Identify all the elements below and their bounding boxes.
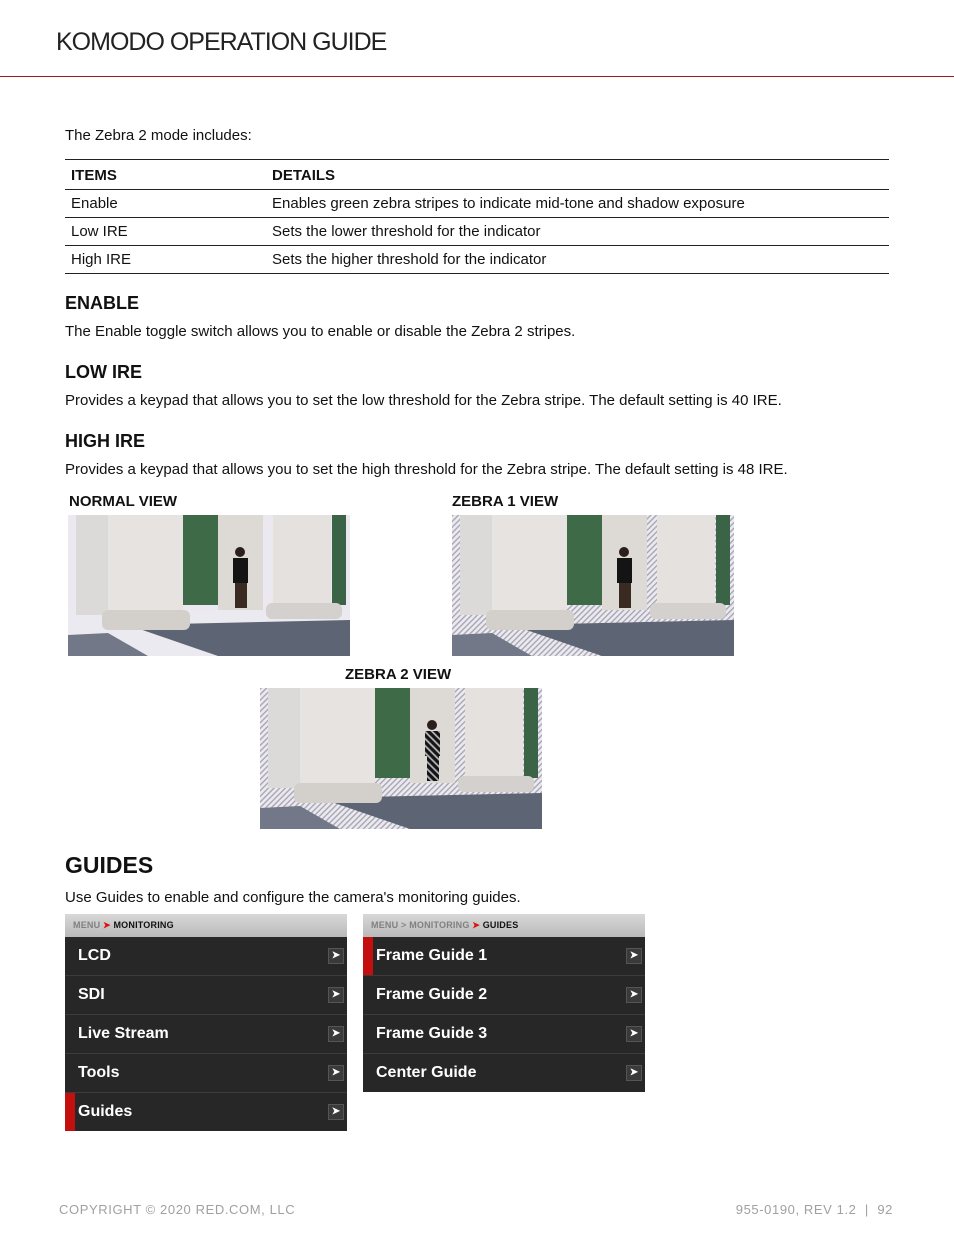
zebra2-view-label: ZEBRA 2 VIEW bbox=[345, 666, 452, 683]
breadcrumb-current: MONITORING bbox=[113, 920, 174, 930]
section-body-guides: Use Guides to enable and configure the c… bbox=[65, 889, 521, 906]
zebra2-items-table: ITEMS DETAILS Enable Enables green zebra… bbox=[65, 159, 889, 274]
menu-item-frame-guide-1[interactable]: Frame Guide 1 ➤ bbox=[363, 937, 645, 975]
zebra1-view-label: ZEBRA 1 VIEW bbox=[452, 493, 559, 510]
menu-item-label: LCD bbox=[78, 947, 111, 964]
table-header-row: ITEMS DETAILS bbox=[65, 159, 889, 190]
zebra2-view-image bbox=[260, 688, 542, 829]
footer-copyright: COPYRIGHT © 2020 RED.COM, LLC bbox=[59, 1202, 296, 1217]
menu-item-frame-guide-3[interactable]: Frame Guide 3 ➤ bbox=[363, 1014, 645, 1053]
breadcrumb-root[interactable]: MENU bbox=[73, 920, 100, 930]
menu-item-lcd[interactable]: LCD ➤ bbox=[65, 937, 347, 975]
menu-item-sdi[interactable]: SDI ➤ bbox=[65, 975, 347, 1014]
menu-item-label: Guides bbox=[78, 1103, 133, 1120]
colonnade-photo-zebra1 bbox=[452, 515, 734, 656]
section-heading-enable: ENABLE bbox=[65, 293, 140, 313]
menu-item-label: Live Stream bbox=[78, 1025, 169, 1042]
breadcrumb: MENU > MONITORING ➤ GUIDES bbox=[363, 914, 645, 937]
menu-item-live-stream[interactable]: Live Stream ➤ bbox=[65, 1014, 347, 1053]
intro-text: The Zebra 2 mode includes: bbox=[65, 127, 252, 144]
monitoring-menu-screenshot: MENU ➤ MONITORING LCD ➤ SDI ➤ Live Strea… bbox=[65, 914, 347, 1131]
chevron-right-icon[interactable]: ➤ bbox=[328, 987, 344, 1003]
breadcrumb-current: GUIDES bbox=[482, 920, 519, 930]
header-divider bbox=[0, 76, 954, 77]
zebra1-view-image bbox=[452, 515, 734, 656]
colonnade-photo bbox=[68, 515, 350, 656]
colonnade-photo-zebra2 bbox=[260, 688, 542, 829]
chevron-right-icon[interactable]: ➤ bbox=[328, 1104, 344, 1120]
table-row: Enable Enables green zebra stripes to in… bbox=[65, 189, 889, 218]
section-body-high-ire: Provides a keypad that allows you to set… bbox=[65, 461, 788, 478]
details-cell: Enables green zebra stripes to indicate … bbox=[266, 189, 889, 218]
breadcrumb-separator-icon: ➤ bbox=[472, 920, 480, 930]
guides-menu-screenshot: MENU > MONITORING ➤ GUIDES Frame Guide 1… bbox=[363, 914, 645, 1092]
menu-item-center-guide[interactable]: Center Guide ➤ bbox=[363, 1053, 645, 1092]
menu-item-tools[interactable]: Tools ➤ bbox=[65, 1053, 347, 1092]
menu-item-frame-guide-2[interactable]: Frame Guide 2 ➤ bbox=[363, 975, 645, 1014]
footer-doc-ref: 955-0190, REV 1.2 | 92 bbox=[735, 1202, 893, 1217]
chevron-right-icon[interactable]: ➤ bbox=[328, 948, 344, 964]
column-header-details: DETAILS bbox=[266, 159, 889, 190]
table-row: High IRE Sets the higher threshold for t… bbox=[65, 245, 889, 274]
chevron-right-icon[interactable]: ➤ bbox=[328, 1026, 344, 1042]
section-heading-guides: GUIDES bbox=[65, 852, 154, 878]
item-cell: Low IRE bbox=[65, 217, 266, 246]
chevron-right-icon[interactable]: ➤ bbox=[626, 948, 642, 964]
menu-item-guides[interactable]: Guides ➤ bbox=[65, 1092, 347, 1131]
menu-item-label: Center Guide bbox=[376, 1064, 477, 1081]
chevron-right-icon[interactable]: ➤ bbox=[626, 987, 642, 1003]
breadcrumb-separator: > bbox=[401, 920, 407, 930]
menu-item-label: Frame Guide 1 bbox=[376, 947, 488, 964]
chevron-right-icon[interactable]: ➤ bbox=[328, 1065, 344, 1081]
chevron-right-icon[interactable]: ➤ bbox=[626, 1026, 642, 1042]
document-title: KOMODO OPERATION GUIDE bbox=[56, 28, 387, 56]
chevron-right-icon[interactable]: ➤ bbox=[626, 1065, 642, 1081]
section-body-low-ire: Provides a keypad that allows you to set… bbox=[65, 392, 782, 409]
menu-item-label: Frame Guide 2 bbox=[376, 986, 488, 1003]
column-header-items: ITEMS bbox=[65, 159, 266, 190]
breadcrumb-separator-icon: ➤ bbox=[103, 920, 111, 930]
normal-view-label: NORMAL VIEW bbox=[69, 493, 178, 510]
normal-view-image bbox=[68, 515, 350, 656]
section-body-enable: The Enable toggle switch allows you to e… bbox=[65, 323, 576, 340]
item-cell: Enable bbox=[65, 189, 266, 218]
menu-item-label: SDI bbox=[78, 986, 105, 1003]
item-cell: High IRE bbox=[65, 245, 266, 274]
breadcrumb-mid[interactable]: MONITORING bbox=[409, 920, 469, 930]
table-row: Low IRE Sets the lower threshold for the… bbox=[65, 217, 889, 246]
section-heading-high-ire: HIGH IRE bbox=[65, 431, 146, 451]
details-cell: Sets the higher threshold for the indica… bbox=[266, 245, 889, 274]
details-cell: Sets the lower threshold for the indicat… bbox=[266, 217, 889, 246]
section-heading-low-ire: LOW IRE bbox=[65, 362, 142, 382]
breadcrumb-root[interactable]: MENU bbox=[371, 920, 398, 930]
menu-item-label: Frame Guide 3 bbox=[376, 1025, 488, 1042]
breadcrumb: MENU ➤ MONITORING bbox=[65, 914, 347, 937]
menu-item-label: Tools bbox=[78, 1064, 120, 1081]
